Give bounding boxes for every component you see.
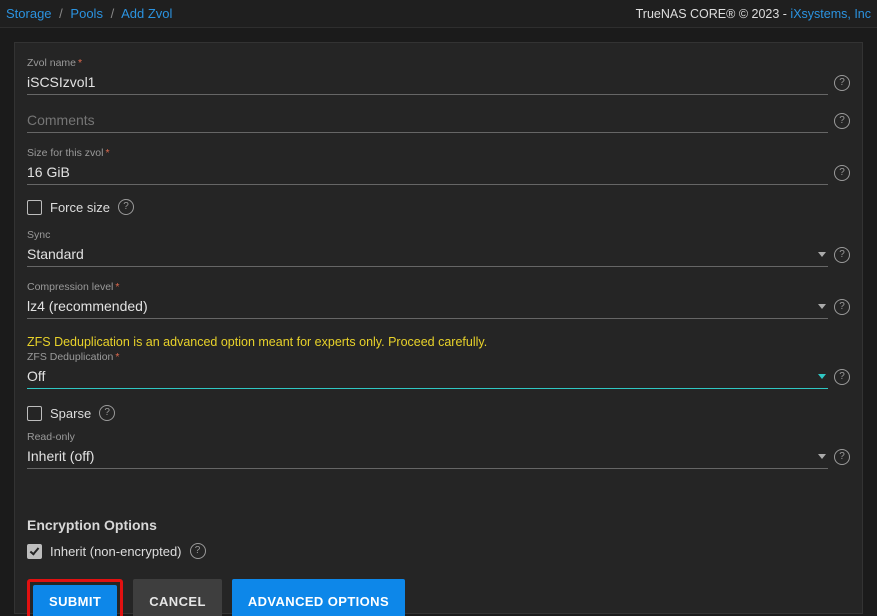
- help-icon[interactable]: ?: [834, 449, 850, 465]
- field-force-size: Force size ?: [27, 199, 850, 215]
- help-icon[interactable]: ?: [834, 369, 850, 385]
- field-read-only: Read-only Inherit (off) ?: [27, 431, 850, 469]
- zvol-name-input[interactable]: [27, 71, 828, 95]
- zvol-name-label: Zvol name: [27, 57, 76, 69]
- size-input[interactable]: [27, 161, 828, 185]
- help-icon[interactable]: ?: [834, 247, 850, 263]
- product-label: TrueNAS CORE® © 2023 -: [636, 7, 791, 21]
- sync-value: Standard: [27, 246, 84, 262]
- chevron-down-icon: [818, 454, 826, 459]
- help-icon[interactable]: ?: [834, 299, 850, 315]
- sparse-checkbox[interactable]: [27, 406, 42, 421]
- encryption-section-title: Encryption Options: [27, 517, 850, 533]
- product-info: TrueNAS CORE® © 2023 - iXsystems, Inc: [636, 7, 871, 21]
- read-only-select[interactable]: Inherit (off): [27, 445, 828, 469]
- dedup-label: ZFS Deduplication: [27, 351, 113, 363]
- required-mark: *: [103, 147, 109, 159]
- field-comments: ?: [27, 109, 850, 133]
- compression-label: Compression level: [27, 281, 113, 293]
- force-size-checkbox[interactable]: [27, 200, 42, 215]
- submit-button[interactable]: SUBMIT: [33, 585, 117, 616]
- help-icon[interactable]: ?: [190, 543, 206, 559]
- help-icon[interactable]: ?: [99, 405, 115, 421]
- breadcrumb-sep: /: [55, 6, 67, 21]
- help-icon[interactable]: ?: [834, 113, 850, 129]
- read-only-label: Read-only: [27, 431, 75, 443]
- chevron-down-icon: [818, 252, 826, 257]
- field-size: Size for this zvol* ?: [27, 147, 850, 185]
- advanced-options-button[interactable]: ADVANCED OPTIONS: [232, 579, 405, 616]
- dedup-select[interactable]: Off: [27, 365, 828, 389]
- help-icon[interactable]: ?: [834, 75, 850, 91]
- compression-select[interactable]: lz4 (recommended): [27, 295, 828, 319]
- dedup-warning: ZFS Deduplication is an advanced option …: [27, 335, 850, 349]
- compression-value: lz4 (recommended): [27, 298, 148, 314]
- chevron-down-icon: [818, 304, 826, 309]
- required-mark: *: [76, 57, 82, 69]
- breadcrumb-storage[interactable]: Storage: [6, 6, 52, 21]
- size-label: Size for this zvol: [27, 147, 103, 159]
- field-zvol-name: Zvol name* ?: [27, 57, 850, 95]
- top-bar: Storage / Pools / Add Zvol TrueNAS CORE®…: [0, 0, 877, 28]
- sparse-label: Sparse: [50, 406, 91, 421]
- breadcrumb-add-zvol[interactable]: Add Zvol: [121, 6, 172, 21]
- add-zvol-form: Zvol name* ? ? Size for this zvol* ? For…: [14, 42, 863, 614]
- sync-select[interactable]: Standard: [27, 243, 828, 267]
- help-icon[interactable]: ?: [834, 165, 850, 181]
- field-compression: Compression level* lz4 (recommended) ?: [27, 281, 850, 319]
- form-buttons: SUBMIT CANCEL ADVANCED OPTIONS: [27, 579, 850, 616]
- vendor-link[interactable]: iXsystems, Inc: [790, 7, 871, 21]
- sync-label: Sync: [27, 229, 50, 241]
- field-sparse: Sparse ?: [27, 405, 850, 421]
- breadcrumb-pools[interactable]: Pools: [70, 6, 103, 21]
- inherit-encryption-checkbox[interactable]: [27, 544, 42, 559]
- force-size-label: Force size: [50, 200, 110, 215]
- help-icon[interactable]: ?: [118, 199, 134, 215]
- cancel-button[interactable]: CANCEL: [133, 579, 222, 616]
- field-encryption-inherit: Inherit (non-encrypted) ?: [27, 543, 850, 559]
- submit-highlight: SUBMIT: [27, 579, 123, 616]
- dedup-value: Off: [27, 368, 45, 384]
- required-mark: *: [113, 281, 119, 293]
- field-dedup: ZFS Deduplication* Off ?: [27, 351, 850, 389]
- inherit-encryption-label: Inherit (non-encrypted): [50, 544, 182, 559]
- chevron-down-icon: [818, 374, 826, 379]
- breadcrumb: Storage / Pools / Add Zvol: [6, 6, 172, 21]
- read-only-value: Inherit (off): [27, 448, 94, 464]
- comments-input[interactable]: [27, 109, 828, 133]
- breadcrumb-sep: /: [107, 6, 119, 21]
- field-sync: Sync Standard ?: [27, 229, 850, 267]
- required-mark: *: [113, 351, 119, 363]
